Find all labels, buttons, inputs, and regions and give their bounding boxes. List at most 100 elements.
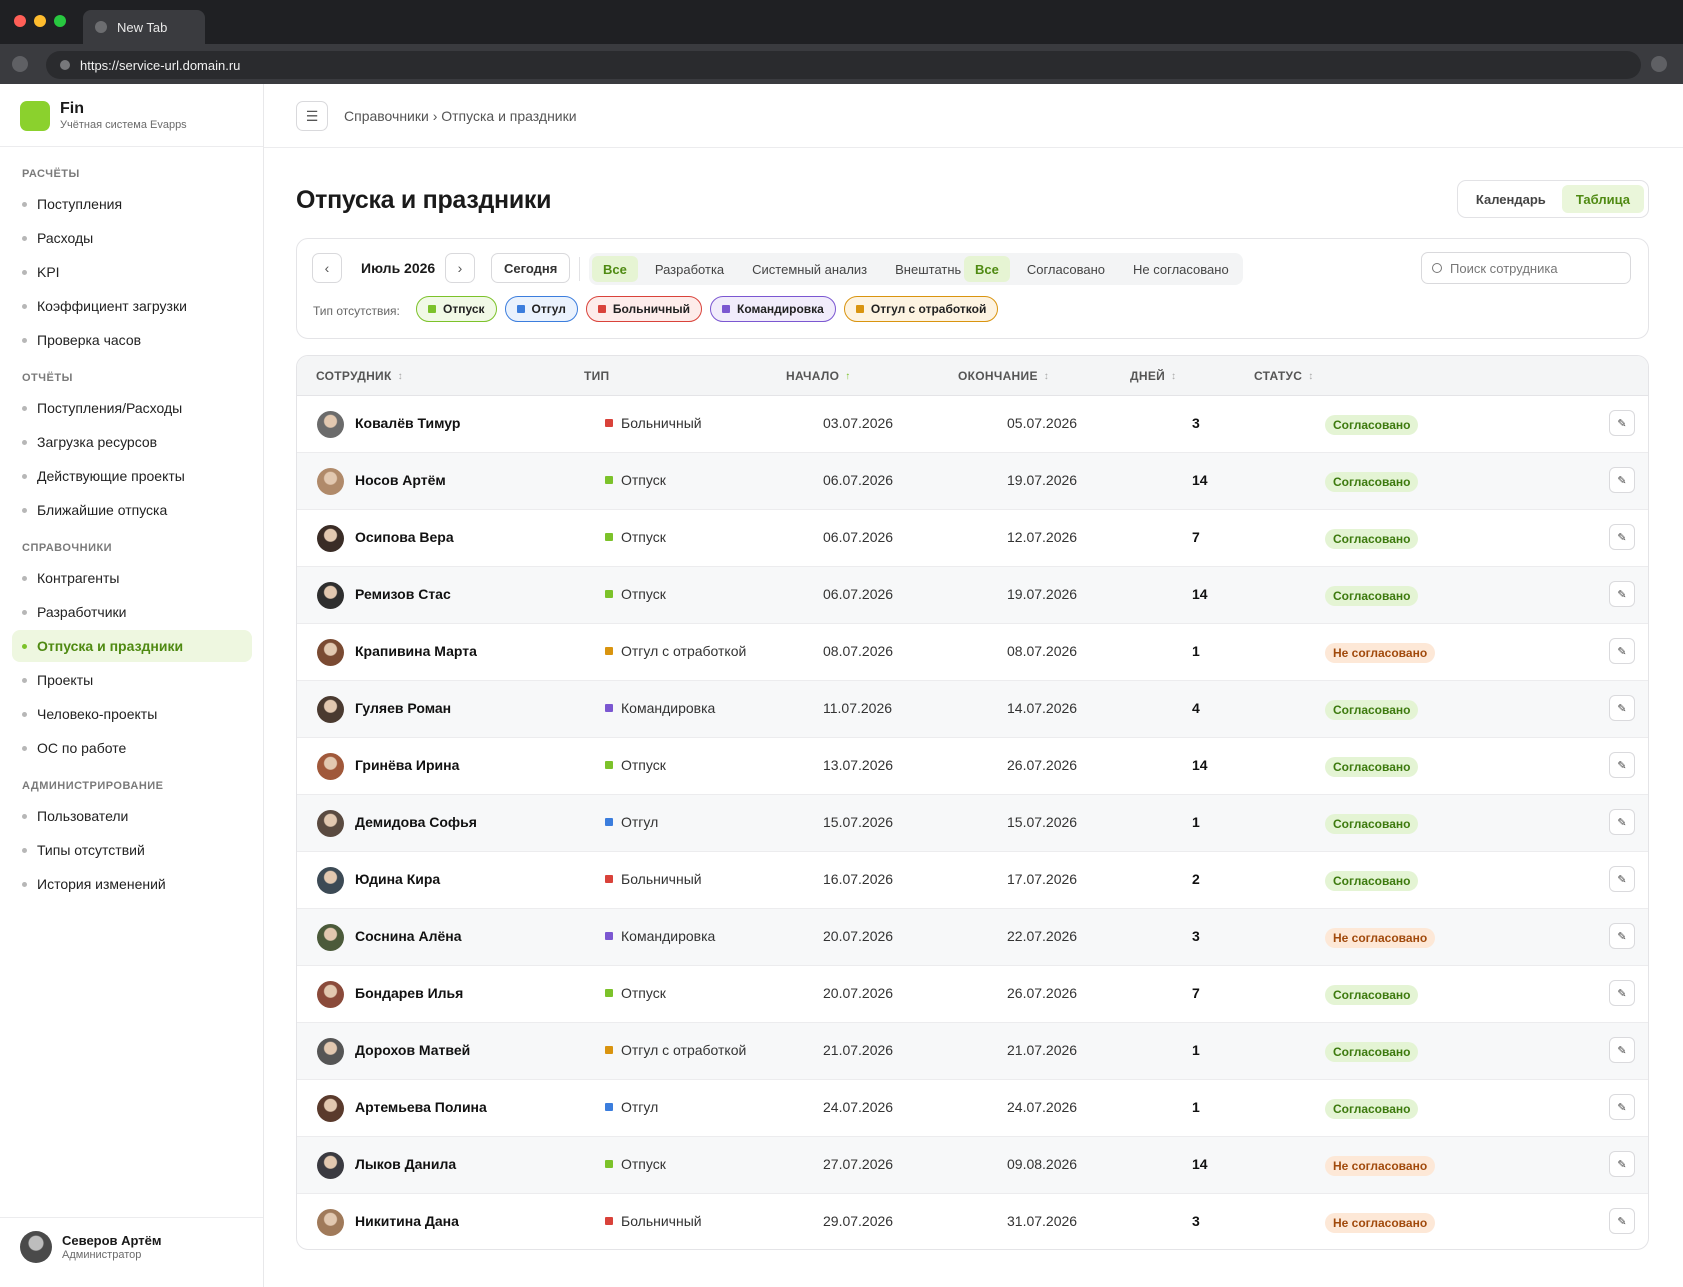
table-row[interactable]: Демидова Софья Отгул 15.07.2026 15.07.2026 1…	[297, 795, 1648, 852]
current-user[interactable]: Северов Артём Администратор	[20, 1231, 162, 1263]
sidebar-item-0-4[interactable]: Проверка часов	[12, 324, 252, 356]
filter-panel: ‹ Июль 2026 › Сегодня Все Разработка Систе…	[296, 238, 1649, 339]
table-row[interactable]: Осипова Вера Отпуск 06.07.2026 12.07.2026 7 С…	[297, 510, 1648, 567]
next-month-button[interactable]: ›	[445, 253, 475, 283]
start-date: 06.07.2026	[823, 529, 894, 545]
department-filter-option[interactable]: Разработка	[644, 256, 735, 282]
department-filter-option[interactable]: Все	[592, 256, 638, 282]
edit-button[interactable]: ✎	[1609, 638, 1635, 664]
profile-icon[interactable]	[1651, 56, 1667, 72]
table-row[interactable]: Ковалёв Тимур Больничный 03.07.2026 05.07.2…	[297, 396, 1648, 453]
absence-type-chip[interactable]: Командировка	[710, 296, 836, 322]
sidebar-item-2-0[interactable]: Контрагенты	[12, 562, 252, 594]
edit-button[interactable]: ✎	[1609, 752, 1635, 778]
table-row[interactable]: Лыков Данила Отпуск 27.07.2026 09.08.2026 14…	[297, 1137, 1648, 1194]
sidebar-item-2-2[interactable]: Отпуска и праздники	[12, 630, 252, 662]
status-filter-option[interactable]: Все	[964, 256, 1010, 282]
status-filter-option[interactable]: Не согласовано	[1122, 256, 1240, 282]
edit-button[interactable]: ✎	[1609, 1208, 1635, 1234]
bullet-icon	[22, 677, 27, 683]
table-row[interactable]: Дорохов Матвей Отгул с отработкой 21.07.20…	[297, 1023, 1648, 1080]
edit-button[interactable]: ✎	[1609, 410, 1635, 436]
edit-button[interactable]: ✎	[1609, 1037, 1635, 1063]
address-bar[interactable]: https://service-url.domain.ru	[46, 51, 1641, 79]
table-row[interactable]: Соснина Алёна Командировка 20.07.2026 22.07…	[297, 909, 1648, 966]
sidebar-item-3-0[interactable]: Пользователи	[12, 800, 252, 832]
edit-button[interactable]: ✎	[1609, 1094, 1635, 1120]
status-badge: Не согласовано	[1325, 1156, 1436, 1176]
edit-button[interactable]: ✎	[1609, 980, 1635, 1006]
browser-tab[interactable]: New Tab	[83, 10, 205, 44]
sidebar-item-1-3[interactable]: Ближайшие отпуска	[12, 494, 252, 526]
edit-button[interactable]: ✎	[1609, 809, 1635, 835]
edit-button[interactable]: ✎	[1609, 581, 1635, 607]
column-header-start[interactable]: НАЧАЛО ↑	[786, 369, 851, 383]
edit-button[interactable]: ✎	[1609, 524, 1635, 550]
column-header-status[interactable]: СТАТУС ↕	[1254, 369, 1314, 383]
column-header-type: ТИП	[584, 369, 609, 383]
close-window-icon[interactable]	[14, 15, 26, 27]
sidebar-item-0-0[interactable]: Поступления	[12, 188, 252, 220]
table-row[interactable]: Никитина Дана Больничный 29.07.2026 31.07.2…	[297, 1194, 1648, 1249]
status-badge: Согласовано	[1325, 1099, 1419, 1119]
absence-type-chip[interactable]: Больничный	[585, 296, 702, 322]
edit-button[interactable]: ✎	[1609, 923, 1635, 949]
employee-name: Лыков Данила	[355, 1156, 457, 1172]
column-header-end[interactable]: ОКОНЧАНИЕ ↕	[958, 369, 1049, 383]
maximize-window-icon[interactable]	[54, 15, 66, 27]
menu-toggle-button[interactable]: ☰	[296, 101, 328, 131]
sidebar-item-0-1[interactable]: Расходы	[12, 222, 252, 254]
absence-type-chip[interactable]: Отгул	[504, 296, 578, 322]
sidebar-item-2-4[interactable]: Человеко-проекты	[12, 698, 252, 730]
sidebar-item-0-3[interactable]: Коэффициент загрузки	[12, 290, 252, 322]
absence-type-label: Отгул	[621, 814, 659, 830]
sidebar-item-1-0[interactable]: Поступления/Расходы	[12, 392, 252, 424]
edit-button[interactable]: ✎	[1609, 467, 1635, 493]
status-badge: Согласовано	[1325, 814, 1419, 834]
edit-button[interactable]: ✎	[1609, 866, 1635, 892]
user-role: Администратор	[62, 1249, 142, 1261]
sidebar-item-2-1[interactable]: Разработчики	[12, 596, 252, 628]
table-row[interactable]: Крапивина Марта Отгул с отработкой 08.07.2…	[297, 624, 1648, 681]
table-row[interactable]: Носов Артём Отпуск 06.07.2026 19.07.2026 14 С…	[297, 453, 1648, 510]
sidebar-item-2-3[interactable]: Проекты	[12, 664, 252, 696]
sidebar-item-3-1[interactable]: Типы отсутствий	[12, 834, 252, 866]
absence-type-label: Командировка	[621, 700, 716, 716]
prev-month-button[interactable]: ‹	[312, 253, 342, 283]
view-calendar-button[interactable]: Календарь	[1462, 185, 1560, 213]
view-table-button[interactable]: Таблица	[1561, 185, 1644, 213]
sidebar-item-3-2[interactable]: История изменений	[12, 868, 252, 900]
column-header-days[interactable]: ДНЕЙ ↕	[1130, 369, 1176, 383]
minimize-window-icon[interactable]	[34, 15, 46, 27]
table-row[interactable]: Юдина Кира Больничный 16.07.2026 17.07.2026…	[297, 852, 1648, 909]
absence-type-chip[interactable]: Отпуск	[416, 296, 497, 322]
start-date: 03.07.2026	[823, 415, 894, 431]
table-row[interactable]: Бондарев Илья Отпуск 20.07.2026 26.07.2026 7…	[297, 966, 1648, 1023]
status-badge: Согласовано	[1325, 871, 1419, 891]
avatar	[317, 1209, 344, 1236]
table-row[interactable]: Гуляев Роман Командировка 11.07.2026 14.07.…	[297, 681, 1648, 738]
table-row[interactable]: Гринёва Ирина Отпуск 13.07.2026 26.07.2026 1…	[297, 738, 1648, 795]
pencil-icon: ✎	[1617, 1158, 1627, 1171]
column-header-employee[interactable]: СОТРУДНИК ↕	[316, 369, 403, 383]
edit-button[interactable]: ✎	[1609, 695, 1635, 721]
status-filter-option[interactable]: Согласовано	[1016, 256, 1116, 282]
status-badge: Согласовано	[1325, 1042, 1419, 1062]
pencil-icon: ✎	[1617, 702, 1627, 715]
sidebar-item-1-1[interactable]: Загрузка ресурсов	[12, 426, 252, 458]
sidebar-item-0-2[interactable]: KPI	[12, 256, 252, 288]
sidebar-item-1-2[interactable]: Действующие проекты	[12, 460, 252, 492]
back-icon[interactable]	[12, 56, 28, 72]
edit-button[interactable]: ✎	[1609, 1151, 1635, 1177]
absence-type-chip[interactable]: Отгул с отработкой	[843, 296, 999, 322]
sidebar-item-2-5[interactable]: ОС по работе	[12, 732, 252, 764]
table-row[interactable]: Ремизов Стас Отпуск 06.07.2026 19.07.2026 14…	[297, 567, 1648, 624]
department-filter-option[interactable]: Системный анализ	[741, 256, 878, 282]
search-box[interactable]	[1421, 252, 1631, 284]
today-button[interactable]: Сегодня	[491, 253, 571, 283]
pencil-icon: ✎	[1617, 930, 1627, 943]
search-input[interactable]	[1450, 260, 1620, 276]
brand[interactable]: Fin Учётная система Evapps	[20, 100, 187, 131]
status-badge: Согласовано	[1325, 415, 1419, 435]
table-row[interactable]: Артемьева Полина Отгул 24.07.2026 24.07.202…	[297, 1080, 1648, 1137]
